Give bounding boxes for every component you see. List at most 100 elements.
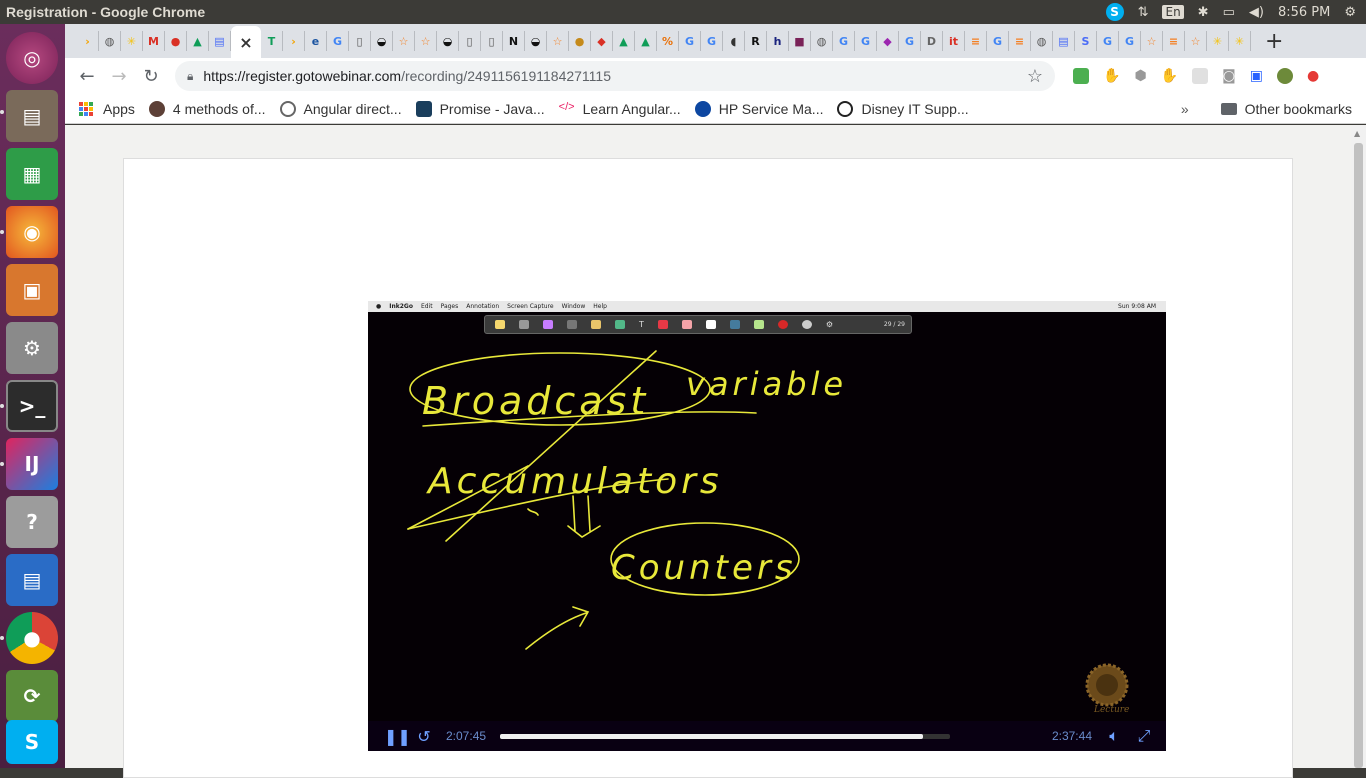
new-tab-button[interactable]: + [1265, 29, 1283, 54]
pointer-extension-icon[interactable]: ✋ [1161, 68, 1178, 84]
ubuntu-dash-icon[interactable]: ◎ [6, 32, 58, 84]
tab-stackoverflow[interactable]: ≡ [1163, 31, 1185, 51]
paw-extension-icon[interactable]: ✋ [1103, 68, 1120, 84]
libreoffice-calc-icon[interactable]: ▦ [6, 148, 58, 200]
reload-icon[interactable]: ↻ [135, 66, 167, 87]
tab-google[interactable]: G [855, 31, 877, 51]
rewind-10-button[interactable]: ↺ [416, 727, 432, 746]
libreoffice-writer-icon[interactable]: ▤ [6, 554, 58, 606]
sheets-extension-icon[interactable] [1073, 68, 1089, 84]
tab-docs[interactable]: ▤ [1053, 31, 1075, 51]
tab-google[interactable]: G [701, 31, 723, 51]
tab-gotowebinar[interactable]: › [283, 31, 305, 51]
tab-s[interactable]: S [1075, 31, 1097, 51]
bookmark-item[interactable]: </> Learn Angular... [559, 101, 681, 117]
tab-flag[interactable]: ■ [789, 31, 811, 51]
tab-h[interactable]: h [767, 31, 789, 51]
profile-avatar[interactable] [1276, 68, 1293, 84]
tab-drive[interactable]: ▲ [613, 31, 635, 51]
page-scrollbar[interactable]: ▲ [1351, 125, 1366, 768]
tab-n[interactable]: N [503, 31, 525, 51]
bookmark-star-icon[interactable]: ☆ [1027, 66, 1043, 87]
tab-book[interactable]: ▯ [459, 31, 481, 51]
tab-r[interactable]: R [745, 31, 767, 51]
bookmark-apps[interactable]: Apps [79, 101, 135, 117]
tab-github[interactable]: ◒ [525, 31, 547, 51]
tab-percent[interactable]: % [657, 31, 679, 51]
tab-stack[interactable]: ◆ [591, 31, 613, 51]
tab-favicon-tab[interactable]: › [77, 31, 99, 51]
bookmark-item[interactable]: HP Service Ma... [694, 100, 823, 117]
tab-walmart[interactable]: ✳ [1207, 31, 1229, 51]
tab-google[interactable]: G [679, 31, 701, 51]
tab-gmail[interactable]: M [143, 31, 165, 51]
tab-google[interactable]: G [833, 31, 855, 51]
tab-globe[interactable]: ◍ [99, 31, 121, 51]
forward-arrow-icon[interactable]: → [103, 66, 135, 87]
tab-google[interactable]: G [899, 31, 921, 51]
tab-star[interactable]: ☆ [1185, 31, 1207, 51]
lock-icon[interactable]: 🔒︎ [187, 69, 193, 84]
video-player[interactable]: ● Ink2Go Edit Pages Annotation Screen Ca… [368, 301, 1166, 751]
tab-star[interactable]: ☆ [393, 31, 415, 51]
tab-academy[interactable]: ◆ [877, 31, 899, 51]
window-extension-icon[interactable]: ▣ [1250, 68, 1263, 84]
tab-stackoverflow[interactable]: ≡ [965, 31, 987, 51]
tab-ribbon[interactable]: ◖ [723, 31, 745, 51]
terminal-icon[interactable]: >_ [6, 380, 58, 432]
libreoffice-impress-icon[interactable]: ▣ [6, 264, 58, 316]
volume-icon[interactable]: ◀) [1249, 5, 1264, 20]
bluetooth-icon[interactable]: ✱ [1198, 5, 1209, 20]
keyboard-language-indicator[interactable]: En [1162, 5, 1184, 19]
tab-active-registration[interactable]: × [231, 26, 261, 58]
tab-github[interactable]: ◒ [371, 31, 393, 51]
tab-e[interactable]: e [305, 31, 327, 51]
tab-star[interactable]: ☆ [547, 31, 569, 51]
tab-google[interactable]: G [987, 31, 1009, 51]
bookmark-item[interactable]: Angular direct... [279, 100, 402, 117]
fullscreen-icon[interactable]: ⤢ [1136, 726, 1152, 746]
grid-extension-icon[interactable] [1192, 68, 1209, 84]
tab-drive[interactable]: ▲ [187, 31, 209, 51]
tab-globe[interactable]: ◍ [811, 31, 833, 51]
tab-drive[interactable]: ▲ [635, 31, 657, 51]
skype-launcher-icon[interactable]: S [6, 720, 58, 764]
network-transfer-icon[interactable]: ⇅ [1138, 5, 1149, 20]
clock[interactable]: 8:56 PM [1278, 5, 1330, 20]
tab-book[interactable]: ▯ [349, 31, 371, 51]
tab-globe[interactable]: ◍ [1031, 31, 1053, 51]
skype-tray-icon[interactable]: S [1105, 3, 1124, 21]
close-tab-icon[interactable]: × [239, 33, 252, 52]
tab-google[interactable]: G [327, 31, 349, 51]
volume-icon[interactable]: 🔈︎ [1106, 726, 1122, 746]
software-updater-icon[interactable]: ⟳ [6, 670, 58, 722]
tab-sheets[interactable]: T [261, 31, 283, 51]
update-badge-icon[interactable]: ● [1307, 68, 1319, 84]
scroll-up-arrow-icon[interactable]: ▲ [1354, 129, 1360, 138]
tab-star[interactable]: ☆ [415, 31, 437, 51]
back-arrow-icon[interactable]: ← [71, 66, 103, 87]
hexagon-extension-icon[interactable]: ⬢ [1134, 68, 1146, 84]
system-settings-icon[interactable]: ⚙ [6, 322, 58, 374]
bookmark-item[interactable]: Promise - Java... [415, 100, 545, 117]
system-settings-gear-icon[interactable]: ⚙ [1344, 5, 1356, 20]
tab-walmart[interactable]: ✳ [1229, 31, 1251, 51]
firefox-icon[interactable]: ◉ [6, 206, 58, 258]
tab-stackoverflow[interactable]: ≡ [1009, 31, 1031, 51]
tab-walmart[interactable]: ✳ [121, 31, 143, 51]
chrome-icon[interactable]: ● [6, 612, 58, 664]
tab-docs[interactable]: ▤ [209, 31, 231, 51]
more-bookmarks-chevron-icon[interactable]: » [1181, 101, 1189, 117]
camera-extension-icon[interactable]: ◙ [1222, 68, 1236, 84]
tab-google[interactable]: G [1119, 31, 1141, 51]
tab-badge[interactable]: ● [569, 31, 591, 51]
pause-button[interactable]: ❚❚ [384, 727, 411, 746]
bookmark-item[interactable]: 4 methods of... [148, 100, 266, 117]
battery-icon[interactable]: ▭ [1223, 5, 1235, 20]
tab-star[interactable]: ☆ [1141, 31, 1163, 51]
tab-google[interactable]: G [1097, 31, 1119, 51]
tab-book[interactable]: ▯ [481, 31, 503, 51]
other-bookmarks-folder[interactable]: Other bookmarks [1220, 101, 1352, 117]
files-icon[interactable]: ▤ [6, 90, 58, 142]
tab-dz[interactable]: D [921, 31, 943, 51]
